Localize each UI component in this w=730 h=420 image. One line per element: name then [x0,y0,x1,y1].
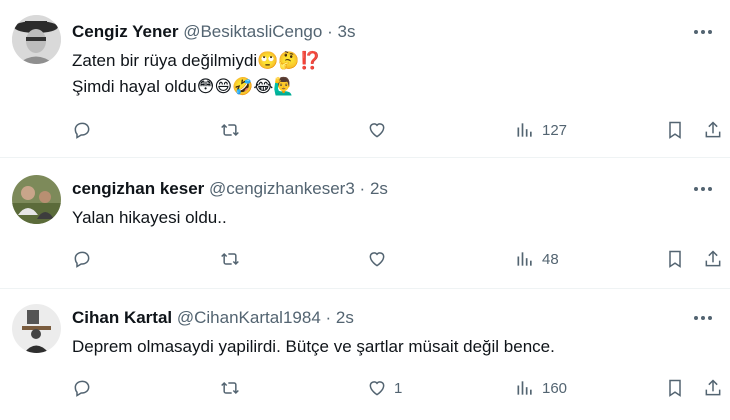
timestamp[interactable]: 2s [336,308,354,327]
reply-button[interactable] [72,245,99,273]
retweet-button[interactable] [220,116,247,144]
share-button[interactable] [703,245,723,273]
retweet-button[interactable] [220,374,247,402]
tweet[interactable]: cengizhan keser @cengizhankeser3 · 2s Ya… [0,159,730,289]
share-button[interactable] [703,116,723,144]
tweet-text-line: Zaten bir rüya değilmiydi🙄🤔⁉️ [72,51,321,70]
author-handle[interactable]: @BesiktasliCengo [183,22,322,41]
views-count: 160 [542,379,568,397]
tweet-text: Deprem olmasaydi yapilirdi. Bütçe ve şar… [72,334,555,360]
timestamp[interactable]: 3s [337,22,355,41]
views-count: 48 [542,250,559,268]
share-icon [705,250,721,267]
share-button[interactable] [703,374,723,402]
bookmark-button[interactable] [665,116,685,144]
retweet-icon [221,381,239,395]
views-button[interactable]: 48 [515,245,559,273]
author-name[interactable]: Cengiz Yener [72,22,178,41]
tweet-text: Yalan hikayesi oldu.. [72,205,227,231]
more-icon[interactable] [690,308,716,328]
author-handle[interactable]: @CihanKartal1984 [177,308,321,327]
more-icon[interactable] [690,22,716,42]
like-button[interactable] [367,245,394,273]
views-icon [517,252,532,266]
more-icon[interactable] [690,179,716,199]
reply-icon [74,122,90,139]
reply-icon [74,251,90,268]
retweet-icon [221,252,239,266]
avatar[interactable] [12,15,61,64]
reply-button[interactable] [72,116,99,144]
separator: · [325,308,332,327]
separator: · [327,22,333,41]
reply-button[interactable] [72,374,99,402]
like-button[interactable] [367,116,394,144]
bookmark-icon [669,250,681,268]
tweet[interactable]: Cihan Kartal @CihanKartal1984 · 2s Depre… [0,290,730,420]
tweet-text-line: Şimdi hayal oldu😳😄🤣😂🙋‍♂️ [72,77,295,96]
tweet-header: Cihan Kartal @CihanKartal1984 · 2s [72,308,354,328]
views-button[interactable]: 127 [515,116,567,144]
bookmark-icon [669,121,681,139]
views-button[interactable]: 160 [515,374,567,402]
tweet-text: Zaten bir rüya değilmiydi🙄🤔⁉️ Şimdi haya… [72,48,321,100]
retweet-icon [221,123,239,137]
share-icon [705,121,721,138]
views-icon [517,381,532,395]
avatar[interactable] [12,304,61,353]
action-bar: 1 160 [72,374,722,402]
avatar[interactable] [12,175,61,224]
tweet-text-line: Yalan hikayesi oldu.. [72,208,227,227]
tweet-header: Cengiz Yener @BesiktasliCengo · 3s [72,22,355,42]
bookmark-button[interactable] [665,374,685,402]
tweet-text-line: Deprem olmasaydi yapilirdi. Bütçe ve şar… [72,337,555,356]
author-name[interactable]: Cihan Kartal [72,308,172,327]
action-bar: 48 [72,245,722,273]
reply-icon [74,380,90,397]
author-name[interactable]: cengizhan keser [72,179,204,198]
share-icon [705,379,721,396]
like-button[interactable]: 1 [367,374,402,402]
separator: · [359,179,366,198]
bookmark-icon [669,379,681,397]
tweet-header: cengizhan keser @cengizhankeser3 · 2s [72,179,388,199]
action-bar: 127 [72,116,722,144]
tweet[interactable]: Cengiz Yener @BesiktasliCengo · 3s Zaten… [0,0,730,158]
retweet-button[interactable] [220,245,247,273]
bookmark-button[interactable] [665,245,685,273]
heart-icon [369,381,385,396]
views-icon [517,123,532,137]
views-count: 127 [542,121,568,139]
author-handle[interactable]: @cengizhankeser3 [209,179,355,198]
heart-icon [369,123,385,138]
timestamp[interactable]: 2s [370,179,388,198]
like-count: 1 [394,379,403,397]
heart-icon [369,252,385,267]
